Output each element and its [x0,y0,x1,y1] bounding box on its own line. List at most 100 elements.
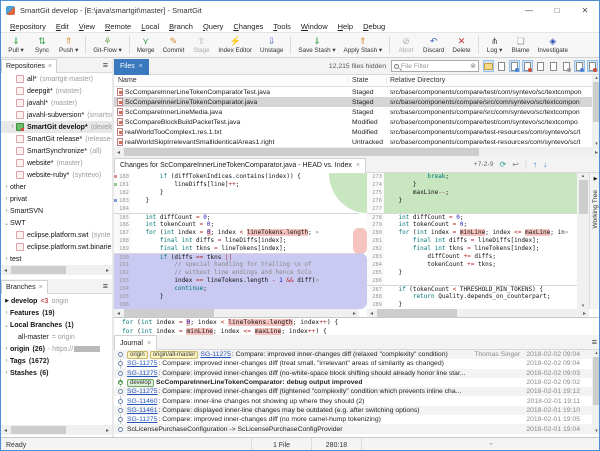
diff-line[interactable]: 182 } [114,189,359,197]
file-filter-ignored-icon[interactable] [548,60,559,72]
diff-line[interactable]: 187 for (int index = 0; index < lineToke… [114,229,359,237]
diff-line[interactable]: 194 continue; [114,285,359,293]
repositories-menu-icon[interactable]: ≡ [103,61,108,70]
menu-item-local[interactable]: Local [136,22,164,31]
close-icon[interactable]: × [39,284,43,291]
repository-item[interactable]: ›SmartSVN [1,205,112,217]
menu-item-branch[interactable]: Branch [164,22,198,31]
repository-item[interactable]: ›test [1,253,112,265]
column-relative-directory[interactable]: Relative Directory [387,77,600,84]
diff-line[interactable]: 186 int tokenCount = 0; [114,221,359,229]
menu-item-tools[interactable]: Tools [268,22,296,31]
repository-item[interactable]: javahl*(master) [1,97,112,109]
git-flow-button[interactable]: ⚘Git-Flow ▾ [89,34,125,56]
apply-stash-button[interactable]: ⇑Apply Stash ▾ [340,34,387,56]
repository-item[interactable]: SmartSynchronize*(all) [1,145,112,157]
files-vscrollbar[interactable]: ▴ ▾ [592,75,600,147]
diff-line[interactable]: 279 int tokenCount = 0; [367,221,577,229]
commit-button[interactable]: ✎Commit [159,34,189,56]
diff-line[interactable]: 284 tokenCount += tkns; [367,261,577,269]
close-icon[interactable]: × [139,63,143,70]
branch-item[interactable]: ›Features(19) [1,307,112,319]
file-row[interactable]: ScCompareInnerLineTokenComparatorTest.ja… [114,87,592,97]
index-editor-button[interactable]: ⚡Index Editor [214,34,256,56]
expander-icon[interactable]: › [3,370,10,376]
maximize-button[interactable]: □ [543,1,571,20]
investigate-button[interactable]: ◈Investigate [534,34,572,56]
diff-line[interactable]: 189 final int tkns = lineTokens[index]; [114,245,359,253]
journal-vscrollbar[interactable]: ▴ ▾ [592,350,600,434]
close-icon[interactable]: × [356,162,360,169]
diff-line[interactable]: 280 for (int index = minLine; index <= m… [367,229,577,237]
menu-item-query[interactable]: Query [198,22,228,31]
show-directories-icon[interactable] [483,60,494,72]
diff-line[interactable]: 190 if (diffs == tkns || [114,253,359,261]
journal-commit-row[interactable]: SG-11460: Compare: inner-line changes no… [114,396,592,405]
diff-line[interactable]: 277 [367,205,577,213]
expander-icon[interactable]: › [3,184,10,190]
repository-item[interactable]: ⌄SWT [1,217,112,229]
merge-button[interactable]: ⋎Merge [133,34,159,56]
menu-item-help[interactable]: Help [333,22,358,31]
diff-line[interactable]: 180 if (diffTokenIndices.contains(index)… [114,173,359,181]
repository-item[interactable]: website*(master) [1,157,112,169]
expander-icon[interactable]: › [3,346,10,352]
branch-item[interactable]: ⌄Local Branches(1) [1,319,112,331]
log-button[interactable]: ⋔Log ▾ [482,34,508,56]
file-filter-conflict-icon[interactable] [587,60,598,72]
file-filter-unchanged-icon[interactable] [574,60,585,72]
issue-link[interactable]: SG-11460 [127,398,157,405]
journal-commit-row[interactable]: SG-11275: Compare: improved inner-change… [114,359,592,368]
expander-icon[interactable]: › [3,256,10,262]
expander-icon[interactable]: › [3,196,10,202]
menu-item-view[interactable]: View [74,22,100,31]
diff-line[interactable]: 273 break; [367,173,577,181]
file-filter-untracked-icon[interactable] [496,60,507,72]
blame-button[interactable]: ❏Blame [508,34,534,56]
diff-line[interactable]: 275 maxLine--; [367,189,577,197]
branches-menu-icon[interactable]: ≡ [103,282,108,291]
journal-commit-row[interactable]: SG-11275: Compare: improved inner-change… [114,369,592,378]
clear-filter-icon[interactable]: ⊗ [470,62,476,70]
expander-icon[interactable]: ⌄ [3,220,10,227]
repository-item[interactable]: ›SmartGit develop*(develop [1,121,112,133]
repository-item[interactable]: website-ruby*(syntevo) [1,169,112,181]
issue-link[interactable]: SG-11275 [127,360,157,367]
file-filter-staged-icon[interactable] [509,60,520,72]
diff-line[interactable]: 276 } [367,197,577,205]
diff-line[interactable]: 283 diffCount += diffs; [367,253,577,261]
journal-commit-row[interactable]: SG-11461: Compare: displayed inner-line … [114,406,592,415]
menu-item-window[interactable]: Window [296,22,333,31]
tab-journal[interactable]: Journal × [114,335,157,350]
issue-link[interactable]: SG-11275 [127,370,157,377]
branch-item[interactable]: ▶develop<3origin [1,295,112,307]
branch-item[interactable]: all-master= origin [1,331,112,343]
repository-item[interactable]: javahl-subversion*(smartsvn [1,109,112,121]
file-row[interactable]: realWorldTooComplex1.res.1.txtModifiedsr… [114,127,592,137]
file-filter-modified-icon[interactable] [522,60,533,72]
diff-line[interactable]: 184 [114,205,359,213]
diff-line[interactable]: 287 if (tokenCount < THRESHOLD_MIN_TOKEN… [367,285,577,293]
file-filter-missing-icon[interactable] [535,60,546,72]
column-name[interactable]: Name [114,77,349,84]
diff-line[interactable]: 274 } [367,181,577,189]
tab-branches[interactable]: Branches × [1,280,48,294]
diff-vscrollbar[interactable]: ▴ ▾ [577,173,589,309]
diff-line[interactable]: 192 // without line endings and hence Sc… [114,269,359,277]
menu-item-edit[interactable]: Edit [51,22,74,31]
repository-item[interactable]: deepgit*(master) [1,85,112,97]
expander-icon[interactable]: › [9,124,16,130]
sync-button[interactable]: ⇅Sync [29,34,55,56]
save-stash-button[interactable]: ⇓Save Stash ▾ [294,34,339,56]
close-button[interactable]: ✕ [571,1,599,20]
diff-line[interactable]: 288 return Quality.depends_on_counterpar… [367,293,577,301]
close-icon[interactable]: × [147,340,151,347]
journal-commit-row[interactable]: SG-11275: Compare: improved inner-change… [114,387,592,396]
next-change-icon[interactable]: ↓ [543,160,547,169]
journal-menu-icon[interactable]: ≡ [592,338,597,347]
undo-icon[interactable]: ↩ [512,160,519,169]
minimize-button[interactable]: — [515,1,543,20]
branch-item[interactable]: ›Stashes(6) [1,367,112,379]
discard-button[interactable]: ↶Discard [419,34,448,56]
repository-item[interactable]: ›privat [1,193,112,205]
